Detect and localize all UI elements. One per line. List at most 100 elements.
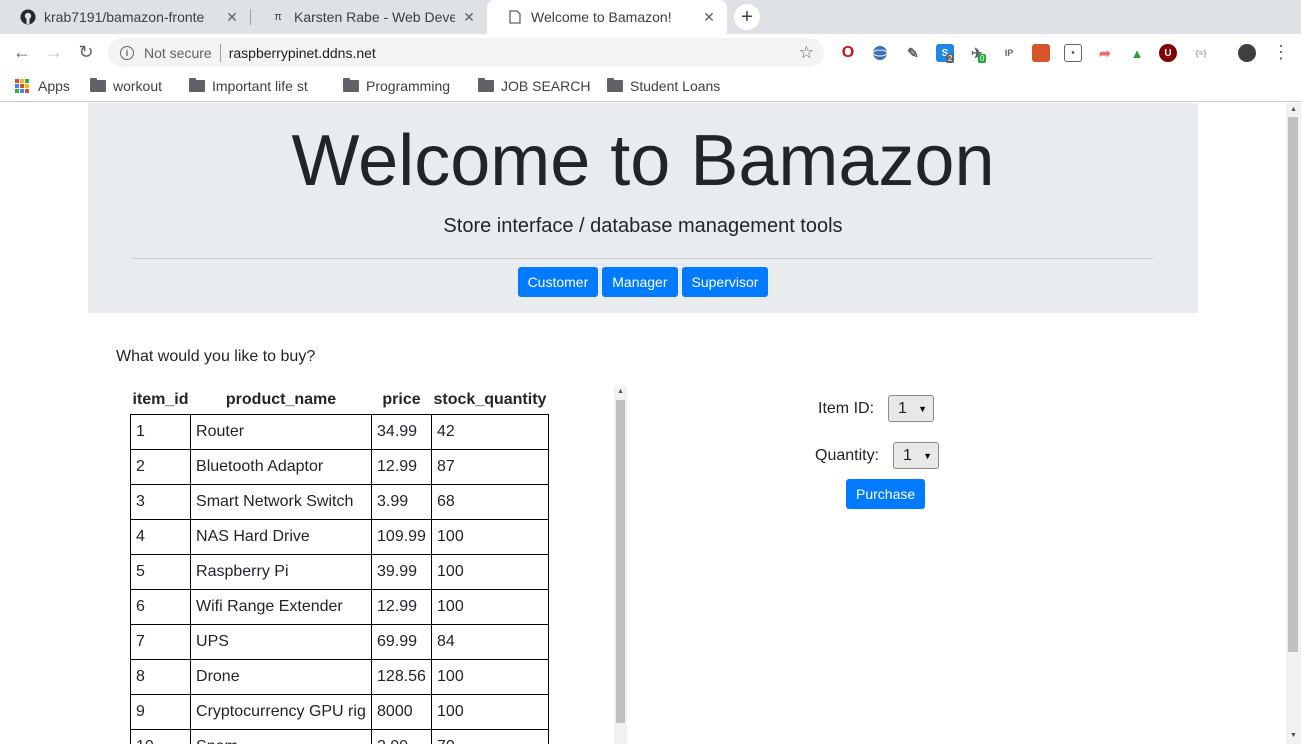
page-viewport: Welcome to Bamazon Store interface / dat… xyxy=(0,103,1286,744)
globe-icon[interactable] xyxy=(871,44,889,62)
new-tab-button[interactable]: + xyxy=(734,4,760,30)
avatar-icon[interactable] xyxy=(1238,44,1256,62)
bookmark-label: Programming xyxy=(366,78,451,94)
eyedropper-icon[interactable]: ✎ xyxy=(904,44,922,62)
table-cell: 100 xyxy=(431,518,549,555)
column-header: price xyxy=(382,390,421,408)
table-cell: 12.99 xyxy=(371,588,433,625)
table-cell: 100 xyxy=(431,588,549,625)
table-cell: UPS xyxy=(190,623,373,660)
ublock-icon[interactable]: U xyxy=(1159,44,1177,62)
scroll-up-icon[interactable]: ▲ xyxy=(617,388,624,395)
table-cell: 70 xyxy=(431,728,549,744)
table-cell: 3 xyxy=(130,483,192,520)
bookmark-label: Apps xyxy=(38,78,70,94)
share-icon[interactable]: ➦ xyxy=(1096,44,1114,62)
tab-github[interactable]: krab7191/bamazon-fronte ✕ xyxy=(0,0,250,34)
ip-icon[interactable]: IP xyxy=(1000,44,1018,62)
forward-arrow-icon[interactable]: → xyxy=(43,41,65,63)
table-cell: Drone xyxy=(190,658,373,695)
table-cell: 100 xyxy=(431,658,549,695)
table-row: 7 UPS 69.99 84 xyxy=(130,623,549,660)
table-cell: 34.99 xyxy=(371,413,433,450)
table-cell: 4 xyxy=(130,518,192,555)
table-cell: Bluetooth Adaptor xyxy=(190,448,373,485)
quantity-select[interactable]: 1 ▼ xyxy=(893,442,940,469)
chevron-down-icon: ▼ xyxy=(923,450,933,461)
tab-strip: krab7191/bamazon-fronte ✕ π Karsten Rabe… xyxy=(0,0,1301,34)
bookmark-label: Important life st xyxy=(212,78,308,94)
folder-icon xyxy=(607,78,623,92)
supervisor-button[interactable]: Supervisor xyxy=(681,267,769,297)
table-cell: 100 xyxy=(431,553,549,590)
chart-icon[interactable]: ▲ xyxy=(1128,44,1146,62)
page-scrollbar[interactable]: ▲ ▼ xyxy=(1286,103,1301,744)
customer-button[interactable]: Customer xyxy=(517,267,599,297)
column-header: stock_quantity xyxy=(433,390,547,408)
star-icon[interactable]: ☆ xyxy=(799,43,814,63)
column-header: product_name xyxy=(225,390,337,408)
purchase-button[interactable]: Purchase xyxy=(846,479,926,509)
back-arrow-icon[interactable]: ← xyxy=(11,41,33,63)
bookmark-important-life[interactable]: Important life st xyxy=(189,76,329,96)
image-icon[interactable] xyxy=(1032,44,1050,62)
table-cell: Smart Network Switch xyxy=(190,483,373,520)
table-cell: NAS Hard Drive xyxy=(190,518,373,555)
table-row: 3 Smart Network Switch 3.99 68 xyxy=(130,483,549,520)
products-table: item_id product_name price stock_quantit… xyxy=(130,386,549,744)
bookmark-programming[interactable]: Programming xyxy=(343,76,450,96)
table-cell: 12.99 xyxy=(371,448,433,485)
info-icon[interactable]: i xyxy=(120,45,134,60)
table-row: 2 Bluetooth Adaptor 12.99 87 xyxy=(130,448,549,485)
folder-icon xyxy=(343,78,359,92)
tab-portfolio[interactable]: π Karsten Rabe - Web Devel ✕ xyxy=(250,0,487,34)
table-row: 5 Raspberry Pi 39.99 100 xyxy=(130,553,549,590)
table-row: 10Spam3.9970 xyxy=(130,728,549,744)
table-cell: Raspberry Pi xyxy=(190,553,373,590)
table-header-row: item_id product_name price stock_quantit… xyxy=(131,386,549,414)
table-row: 4 NAS Hard Drive 109.99 100 xyxy=(130,518,549,555)
bookmark-label: Student Loans xyxy=(630,78,721,94)
table-cell: 6 xyxy=(130,588,192,625)
quantity-row: Quantity: 1 ▼ xyxy=(815,442,940,469)
apps-grid-icon xyxy=(15,79,29,93)
page-icon xyxy=(507,9,523,25)
folder-icon xyxy=(478,78,494,92)
scroll-thumb[interactable] xyxy=(1288,117,1298,652)
bookmark-workout[interactable]: workout xyxy=(90,76,162,96)
scroll-down-icon[interactable]: ▼ xyxy=(1290,732,1297,739)
scroll-up-icon[interactable]: ▲ xyxy=(1290,106,1297,113)
table-scrollbar[interactable]: ▲ xyxy=(614,386,627,744)
json-icon[interactable]: {=} xyxy=(1190,44,1212,62)
opera-icon[interactable]: O xyxy=(839,44,857,62)
table-cell: 1 xyxy=(130,413,192,450)
lightbulb-icon[interactable]: • xyxy=(1064,44,1082,62)
manager-button[interactable]: Manager xyxy=(602,267,678,297)
table-cell: 84 xyxy=(431,623,549,660)
table-row: 6 Wifi Range Extender 12.99 100 xyxy=(130,588,549,625)
close-icon[interactable]: ✕ xyxy=(701,9,717,26)
page-title: Welcome to Bamazon xyxy=(291,121,995,201)
table-cell: Cryptocurrency GPU rig xyxy=(190,693,373,730)
reload-icon[interactable]: ↻ xyxy=(75,41,97,63)
bookmark-student-loans[interactable]: Student Loans xyxy=(607,76,720,96)
tab-title: krab7191/bamazon-fronte xyxy=(44,9,205,25)
tab-bamazon[interactable]: Welcome to Bamazon! ✕ xyxy=(487,0,727,34)
close-icon[interactable]: ✕ xyxy=(224,9,240,26)
table-row: 9 Cryptocurrency GPU rig 8000 100 xyxy=(130,693,549,730)
jumbotron-header: Welcome to Bamazon Store interface / dat… xyxy=(88,103,1198,313)
bookmark-apps[interactable]: Apps xyxy=(15,76,70,96)
close-icon[interactable]: ✕ xyxy=(461,9,477,26)
url-text[interactable]: raspberrypinet.ddns.net xyxy=(229,45,376,61)
bookmark-label: JOB SEARCH xyxy=(501,78,591,94)
address-bar[interactable]: i Not secure raspberrypinet.ddns.net ☆ xyxy=(108,38,824,67)
pi-icon: π xyxy=(274,11,282,23)
menu-icon[interactable]: ⋮ xyxy=(1272,42,1290,63)
table-cell: Router xyxy=(190,413,373,450)
scroll-thumb[interactable] xyxy=(616,400,625,723)
github-icon xyxy=(20,9,36,25)
item-id-select[interactable]: 1 ▼ xyxy=(888,395,935,422)
tab-title: Karsten Rabe - Web Devel xyxy=(294,9,455,25)
extension-badge: 0 xyxy=(978,54,987,63)
bookmark-job-search[interactable]: JOB SEARCH xyxy=(478,76,590,96)
